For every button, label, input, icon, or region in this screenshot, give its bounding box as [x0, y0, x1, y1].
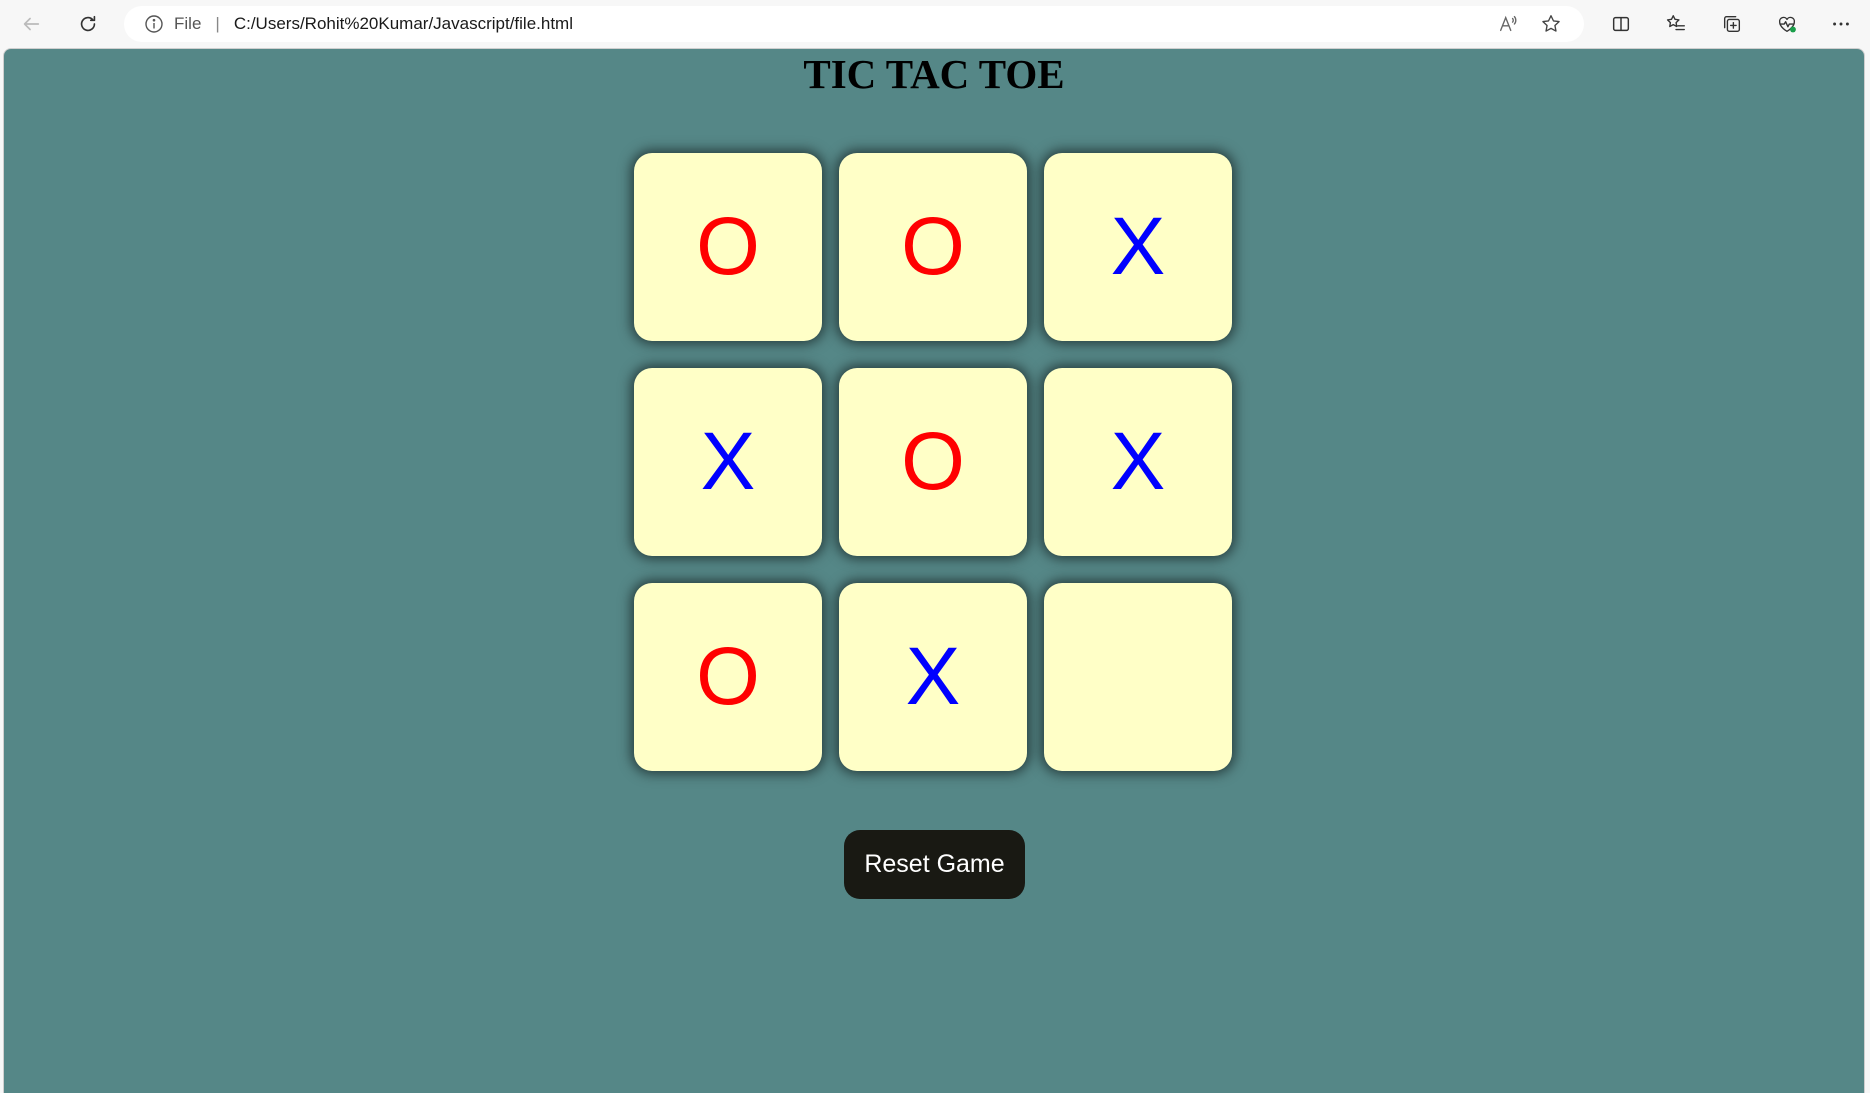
board-cell[interactable]: O	[839, 153, 1027, 341]
heart-pulse-icon[interactable]	[1769, 6, 1805, 42]
board-cell[interactable]	[1044, 583, 1232, 771]
browser-toolbar: File | C:/Users/Rohit%20Kumar/Javascript…	[0, 0, 1870, 47]
board-cell[interactable]: O	[634, 583, 822, 771]
favorites-list-icon[interactable]	[1658, 6, 1694, 42]
back-arrow-icon[interactable]	[13, 6, 49, 42]
page-viewport: TIC TAC TOE OOXXOXOX Reset Game	[3, 48, 1865, 1093]
refresh-icon[interactable]	[70, 6, 106, 42]
more-dots-icon[interactable]	[1823, 6, 1859, 42]
board-cell[interactable]: X	[1044, 368, 1232, 556]
address-separator: |	[215, 14, 220, 33]
board-cell[interactable]: X	[1044, 153, 1232, 341]
address-scheme: File	[174, 14, 202, 33]
read-aloud-icon[interactable]	[1494, 12, 1522, 36]
board-cell[interactable]: O	[634, 153, 822, 341]
star-icon[interactable]	[1537, 12, 1565, 36]
board-cell[interactable]: O	[839, 368, 1027, 556]
address-bar[interactable]: File | C:/Users/Rohit%20Kumar/Javascript…	[124, 6, 1584, 42]
address-url[interactable]: C:/Users/Rohit%20Kumar/Javascript/file.h…	[234, 14, 573, 34]
board-cell[interactable]: X	[839, 583, 1027, 771]
collections-icon[interactable]	[1714, 6, 1750, 42]
reset-game-button[interactable]: Reset Game	[844, 830, 1025, 899]
game-title: TIC TAC TOE	[803, 51, 1065, 97]
game-board: OOXXOXOX	[634, 153, 1238, 771]
info-icon[interactable]	[144, 14, 164, 34]
board-cell[interactable]: X	[634, 368, 822, 556]
split-screen-icon[interactable]	[1603, 6, 1639, 42]
